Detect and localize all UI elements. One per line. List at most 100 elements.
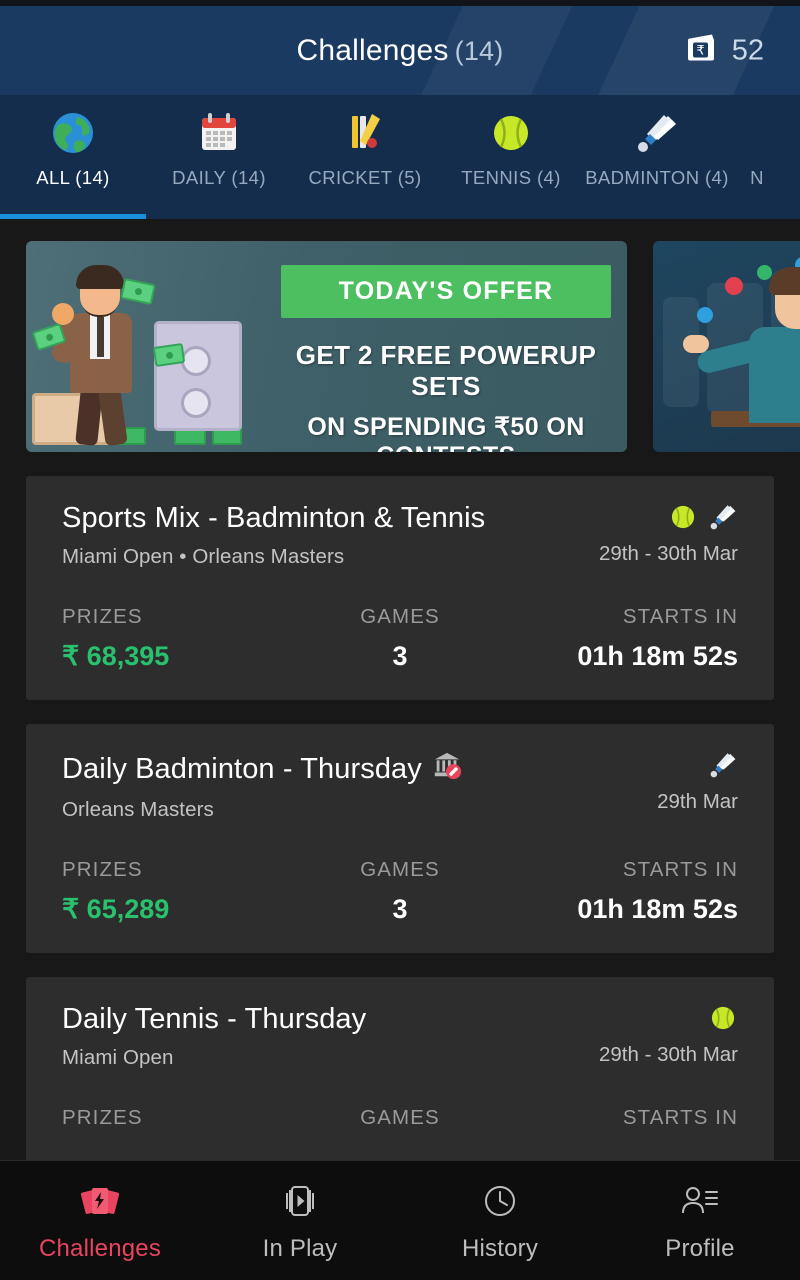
- contest-date: 29th - 30th Mar: [598, 542, 738, 565]
- contest-title-row: Daily Tennis - Thursday: [62, 1003, 366, 1036]
- stat-starts-in-value: 01h 18m 52s: [577, 641, 738, 671]
- stat-prizes: PRIZES: [62, 1106, 287, 1142]
- tab-all[interactable]: ALL (14): [0, 95, 146, 219]
- tab-badminton[interactable]: BADMINTON (4): [584, 95, 730, 219]
- stat-prizes: PRIZES ₹ 68,395: [62, 605, 287, 672]
- wallet-amount: 52: [731, 34, 764, 66]
- nav-label-in-play: In Play: [262, 1234, 338, 1262]
- sport-tab-bar[interactable]: ALL (14) DAILY (14) CRICKET (5) TENNIS (…: [0, 95, 800, 219]
- contest-date: 29th Mar: [657, 790, 738, 813]
- globe-icon: [50, 107, 96, 159]
- offer-pill: TODAY'S OFFER: [281, 265, 611, 318]
- nav-item-profile[interactable]: Profile: [600, 1179, 800, 1263]
- contest-sport-icons: [668, 502, 738, 536]
- nav-item-history[interactable]: History: [400, 1179, 600, 1263]
- profile-icon: [679, 1179, 721, 1225]
- dot-red-icon: [725, 277, 743, 295]
- contest-card[interactable]: Daily Tennis - Thursday Miami Open 29th …: [26, 977, 774, 1170]
- tab-cricket[interactable]: CRICKET (5): [292, 95, 438, 219]
- bottom-navigation[interactable]: Challenges In Play History Profile: [0, 1160, 800, 1280]
- contest-title-row: Sports Mix - Badminton & Tennis: [62, 502, 485, 535]
- calendar-icon: [196, 107, 242, 159]
- stat-starts-in-label: STARTS IN: [622, 1106, 738, 1129]
- contest-sport-icons: [708, 750, 738, 784]
- nav-item-challenges[interactable]: Challenges: [0, 1179, 200, 1263]
- contest-subtitle: Orleans Masters: [62, 798, 214, 821]
- contest-card[interactable]: Sports Mix - Badminton & Tennis Miami Op…: [26, 476, 774, 700]
- contest-card-header: Daily Badminton - Thursday Orleans Maste…: [62, 750, 738, 822]
- contest-subtitle: Miami Open: [62, 1046, 174, 1069]
- no-bank-icon: [432, 750, 462, 788]
- second-promo-banner[interactable]: [653, 241, 800, 452]
- contest-stats: PRIZES GAMES STARTS IN: [62, 1106, 738, 1142]
- stat-starts-in: STARTS IN: [513, 1106, 738, 1142]
- tab-badminton-label: BADMINTON (4): [585, 167, 729, 188]
- todays-offer-banner[interactable]: TODAY'S OFFER GET 2 FREE POWERUP SETS ON…: [26, 241, 627, 452]
- contest-card-header: Daily Tennis - Thursday Miami Open 29th …: [62, 1003, 738, 1070]
- stat-prizes-label: PRIZES: [62, 1106, 143, 1129]
- wallet-button[interactable]: ₹ 52: [686, 31, 764, 70]
- offer-headline: GET 2 FREE POWERUP SETS: [295, 340, 597, 401]
- cricket-icon: [342, 107, 388, 159]
- contest-title: Daily Badminton - Thursday: [62, 752, 422, 785]
- nav-label-profile: Profile: [665, 1234, 735, 1262]
- stat-games-label: GAMES: [360, 858, 440, 881]
- stat-starts-in-label: STARTS IN: [622, 858, 738, 881]
- page-title-text: Challenges: [296, 33, 449, 67]
- contest-title: Daily Tennis - Thursday: [62, 1003, 367, 1035]
- page-title-count: (14): [454, 35, 504, 66]
- svg-text:₹: ₹: [696, 43, 704, 58]
- tennis-ball-icon: [668, 502, 698, 537]
- stat-prizes-value: ₹ 65,289: [62, 894, 170, 924]
- contest-card-header: Sports Mix - Badminton & Tennis Miami Op…: [62, 502, 738, 569]
- nav-item-in-play[interactable]: In Play: [200, 1179, 400, 1263]
- contest-sport-icons: [708, 1003, 738, 1037]
- clock-icon: [479, 1179, 521, 1225]
- stat-starts-in-value: 01h 18m 52s: [577, 894, 738, 924]
- tab-all-label: ALL (14): [36, 167, 110, 188]
- promo-banner-carousel[interactable]: TODAY'S OFFER GET 2 FREE POWERUP SETS ON…: [0, 219, 800, 452]
- offer-illustration: [26, 241, 276, 452]
- contest-meta: 29th - 30th Mar: [599, 502, 738, 566]
- stat-games-label: GAMES: [360, 605, 440, 628]
- tab-cricket-label: CRICKET (5): [308, 167, 422, 188]
- stat-games: GAMES: [287, 1106, 512, 1142]
- tab-tennis[interactable]: TENNIS (4): [438, 95, 584, 219]
- stat-games: GAMES 3: [287, 858, 512, 925]
- content-scroll-area[interactable]: TODAY'S OFFER GET 2 FREE POWERUP SETS ON…: [0, 219, 800, 1280]
- stat-games-label: GAMES: [360, 1106, 440, 1129]
- tab-partial-label: N: [750, 167, 764, 188]
- cards-bolt-icon: [79, 1179, 121, 1225]
- stat-prizes-label: PRIZES: [62, 858, 143, 881]
- page-title: Challenges (14): [297, 34, 504, 68]
- stat-games-value: 3: [392, 641, 408, 671]
- in-play-icon: [279, 1179, 321, 1225]
- stat-games-value: 3: [392, 894, 408, 924]
- app-header: Challenges (14) ₹ 52: [0, 6, 800, 95]
- nav-label-history: History: [461, 1234, 539, 1262]
- safe-shape: [154, 321, 242, 431]
- stat-prizes-label: PRIZES: [62, 605, 143, 628]
- stat-games: GAMES 3: [287, 605, 512, 672]
- tennis-ball-icon: [708, 1003, 738, 1038]
- stat-starts-in: STARTS IN 01h 18m 52s: [513, 858, 738, 925]
- contest-card[interactable]: Daily Badminton - Thursday Orleans Maste…: [26, 724, 774, 953]
- contest-stats: PRIZES ₹ 68,395 GAMES 3 STARTS IN 01h 18…: [62, 605, 738, 672]
- contest-title-row: Daily Badminton - Thursday: [62, 750, 462, 788]
- dot-blue-icon: [697, 307, 713, 323]
- contest-date: 29th - 30th Mar: [598, 1043, 738, 1066]
- tab-partial-next[interactable]: N: [730, 95, 790, 219]
- nav-label-challenges: Challenges: [38, 1234, 162, 1262]
- offer-subline: ON SPENDING ₹50 ON CONTESTS: [307, 413, 585, 452]
- stat-prizes: PRIZES ₹ 65,289: [62, 858, 287, 925]
- tab-daily[interactable]: DAILY (14): [146, 95, 292, 219]
- tab-daily-label: DAILY (14): [172, 167, 266, 188]
- stat-prizes-value: ₹ 68,395: [62, 641, 170, 671]
- shuttlecock-icon: [708, 502, 738, 537]
- contest-meta: 29th Mar: [657, 750, 738, 814]
- stat-starts-in-label: STARTS IN: [622, 605, 738, 628]
- wallet-rupee-icon: ₹: [686, 31, 720, 70]
- tennis-ball-icon: [488, 107, 534, 159]
- shuttlecock-icon: [708, 750, 738, 785]
- offer-copy: TODAY'S OFFER GET 2 FREE POWERUP SETS ON…: [281, 265, 611, 452]
